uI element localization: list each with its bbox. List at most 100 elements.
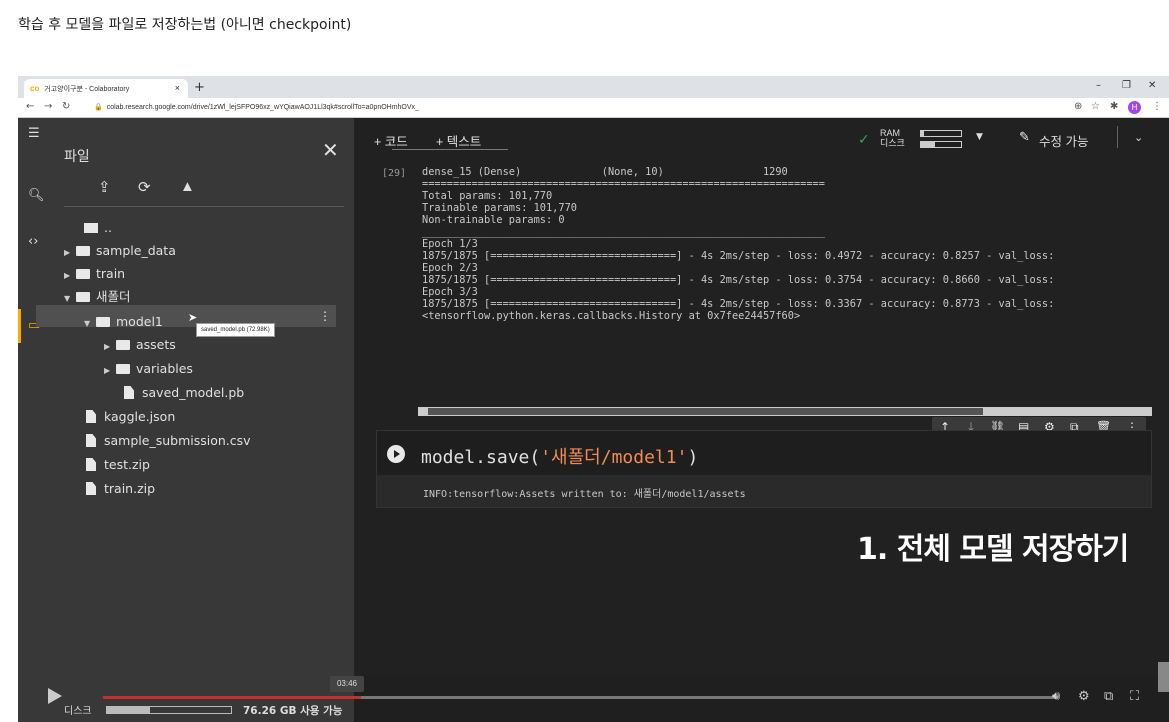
code-snippets-icon[interactable]: ‹›: [28, 234, 38, 249]
tree-item-variables[interactable]: ▶ variables: [104, 359, 193, 379]
browser-tab[interactable]: co 거고양이구분 - Colaboratory ×: [24, 79, 188, 98]
tree-item-assets[interactable]: ▶ assets: [104, 335, 176, 355]
code-suffix: ): [687, 447, 699, 468]
mount-drive-icon[interactable]: ▲: [180, 178, 195, 195]
tab-close-button[interactable]: ×: [175, 83, 180, 93]
tree-item-kaggle-json[interactable]: kaggle.json: [86, 407, 175, 427]
resource-labels[interactable]: RAM 디스크: [880, 128, 905, 148]
tree-label: train: [96, 266, 126, 281]
tree-item-sample-data[interactable]: ▶ sample_data: [64, 241, 176, 261]
run-cell-button[interactable]: [387, 445, 405, 463]
folder-icon: [116, 340, 130, 350]
page-scrollbar[interactable]: [1158, 662, 1169, 692]
miniplayer-icon[interactable]: ⧉: [1104, 689, 1113, 704]
tree-label: model1: [116, 314, 163, 329]
folder-up-icon: [84, 223, 98, 233]
video-player-controls: 03:46 🔊︎ ⚙ ⧉ ⛶: [18, 676, 1169, 722]
panel-close-button[interactable]: ✕: [322, 138, 339, 163]
tree-item-saved-model[interactable]: saved_model.pb: [124, 383, 244, 403]
file-icon: [86, 434, 96, 447]
code-text[interactable]: model.save('새폴더/model1'): [421, 443, 698, 469]
tree-label: sample_submission.csv: [104, 433, 251, 448]
restore-icon[interactable]: ❐: [1122, 80, 1131, 91]
window-close-icon[interactable]: ✕: [1148, 80, 1156, 91]
caret-right-icon[interactable]: ▶: [104, 361, 116, 381]
execution-count: [29]: [382, 168, 407, 179]
avatar[interactable]: H: [1128, 101, 1141, 114]
add-text-button[interactable]: + 텍스트: [436, 131, 481, 150]
menu-icon[interactable]: ⋮: [1152, 101, 1162, 112]
file-icon: [86, 482, 96, 495]
tree-label: saved_model.pb: [142, 385, 245, 400]
video-settings-icon[interactable]: ⚙: [1078, 689, 1090, 704]
zoom-icon[interactable]: ⊕: [1074, 101, 1082, 112]
forward-icon[interactable]: →: [44, 101, 52, 112]
search-icon[interactable]: 🔍︎: [28, 188, 45, 203]
code-cell[interactable]: model.save('새폴더/model1') INFO:tensorflow…: [376, 430, 1152, 508]
file-menu-icon[interactable]: ⋮: [319, 309, 331, 323]
caret-down-icon[interactable]: ▼: [64, 289, 76, 309]
connected-check-icon: ✓: [858, 132, 870, 148]
scrollbar-thumb[interactable]: [428, 408, 983, 415]
url-field[interactable]: 🔒 colab.research.google.com/drive/1zWl_le…: [94, 103, 419, 111]
upload-icon[interactable]: ⇪: [98, 178, 111, 196]
caret-down-icon[interactable]: ▼: [84, 314, 96, 334]
file-icon: [124, 386, 134, 399]
play-icon[interactable]: [48, 688, 62, 704]
pencil-icon: ✎: [1019, 130, 1030, 145]
resource-bars[interactable]: [920, 130, 962, 152]
output-horizontal-scrollbar[interactable]: [418, 407, 1152, 416]
toolbar-separator: [1117, 126, 1118, 148]
file-icon: [86, 458, 96, 471]
cell-output: INFO:tensorflow:Assets written to: 새폴더/m…: [423, 489, 746, 500]
divider: [64, 206, 344, 207]
tree-item-new-folder[interactable]: ▼ 새폴더: [64, 287, 131, 307]
tree-item-model1[interactable]: ▼ model1: [84, 312, 163, 332]
add-code-button[interactable]: + 코드: [374, 131, 408, 150]
back-icon[interactable]: ←: [26, 101, 34, 112]
video-progress-track[interactable]: [103, 696, 1058, 699]
colab-logo-icon: co: [30, 84, 40, 93]
tree-label: variables: [136, 361, 193, 376]
tree-label: ..: [104, 220, 112, 235]
code-string: '새폴더/model1': [540, 447, 688, 468]
tree-label: assets: [136, 337, 176, 352]
caret-right-icon[interactable]: ▶: [64, 266, 76, 286]
fullscreen-icon[interactable]: ⛶: [1130, 689, 1139, 704]
collapse-header-icon[interactable]: ⌄: [1134, 131, 1143, 144]
code-input[interactable]: model.save('새폴더/model1'): [377, 431, 1151, 475]
file-tooltip: saved_model.pb (72.98K): [196, 323, 275, 337]
folder-icon: [76, 269, 90, 279]
tree-item-sample-submission[interactable]: sample_submission.csv: [86, 431, 251, 451]
tree-item-train[interactable]: ▶ train: [64, 264, 125, 284]
tab-title: 거고양이구분 - Colaboratory: [44, 86, 130, 93]
star-icon[interactable]: ☆: [1091, 101, 1100, 112]
refresh-icon[interactable]: ⟳: [138, 178, 151, 196]
extension-icon[interactable]: ✱: [1110, 101, 1118, 112]
mouse-cursor-icon: ➤: [188, 311, 198, 324]
tree-item-up[interactable]: ..: [84, 218, 112, 238]
tree-label: 새폴더: [96, 289, 131, 304]
tree-item-test-zip[interactable]: test.zip: [86, 455, 150, 475]
volume-icon[interactable]: 🔊︎: [1052, 689, 1060, 704]
panel-title: 파일: [64, 148, 90, 164]
caret-right-icon[interactable]: ▶: [104, 337, 116, 357]
folder-icon: [76, 246, 90, 256]
caret-right-icon[interactable]: ▶: [64, 243, 76, 263]
notebook-area: + 코드 + 텍스트 ✓ RAM 디스크 ▼ ✎ 수정 가능 ⌄ [29] de…: [354, 118, 1169, 676]
ram-label: RAM: [880, 128, 900, 138]
folder-icon: [96, 317, 110, 327]
tree-label: test.zip: [104, 457, 150, 472]
tab-bar: co 거고양이구분 - Colaboratory × + – ❐ ✕: [18, 76, 1169, 98]
minimize-icon[interactable]: –: [1096, 80, 1101, 91]
video-progress-fill: [103, 696, 361, 699]
resources-dropdown-icon[interactable]: ▼: [976, 132, 983, 142]
tree-item-train-zip[interactable]: train.zip: [86, 479, 155, 499]
training-output: dense_15 (Dense) (None, 10) 1290 =======…: [422, 166, 1055, 322]
new-tab-button[interactable]: +: [194, 80, 205, 95]
folder-icon: [76, 292, 90, 302]
annotation-caption: 1. 전체 모델 저장하기: [857, 532, 1129, 567]
reload-icon[interactable]: ↻: [62, 101, 70, 112]
toc-icon[interactable]: ☰: [28, 126, 40, 141]
edit-mode-label[interactable]: 수정 가능: [1039, 131, 1088, 150]
